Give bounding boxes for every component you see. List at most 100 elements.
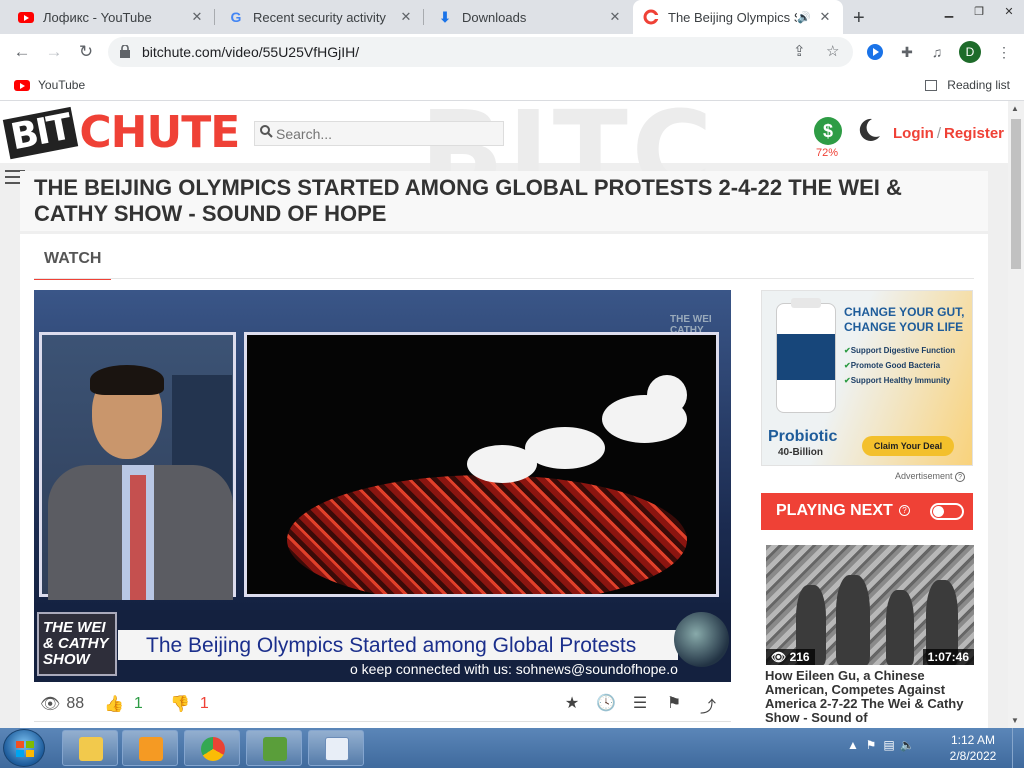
search-box (254, 121, 504, 146)
flag-icon[interactable]: ⚑ (657, 693, 691, 717)
stadium-frame (244, 332, 719, 597)
watch-later-clock-icon[interactable]: 🕓 (589, 693, 623, 717)
like-button[interactable]: 👍 1 (104, 694, 143, 714)
advertisement-banner[interactable]: CHANGE YOUR GUT, CHANGE YOUR LIFE Suppor… (761, 290, 973, 466)
next-video-views: 👁 216 (766, 649, 815, 665)
scroll-down-icon[interactable]: ▼ (1011, 716, 1019, 725)
dark-mode-moon-icon[interactable] (856, 117, 882, 143)
next-video-title[interactable]: How Eileen Gu, a Chinese American, Compe… (765, 669, 975, 725)
media-control-icon[interactable]: ♫ (926, 41, 948, 63)
video-action-bar: 👁 88 👍 1 👎 1 ★ 🕓 ☰ ⚑ ⤴ (34, 682, 731, 722)
ad-brand-name: Probiotic (768, 428, 838, 445)
browser-toolbar: ← → ↻ bitchute.com/video/55U25VfHGjIH/ ⇪… (0, 34, 1024, 70)
show-desktop-button[interactable] (1012, 728, 1024, 768)
favorite-star-icon[interactable]: ★ (555, 693, 589, 717)
bookmark-youtube[interactable]: YouTube (14, 78, 85, 92)
windows-logo-icon (16, 741, 34, 757)
profile-avatar[interactable]: D (959, 41, 981, 63)
download-icon: ⬇ (439, 8, 451, 25)
reading-list-icon (925, 79, 938, 91)
scroll-up-icon[interactable]: ▲ (1011, 104, 1019, 113)
tab-title: Лофикс - YouTube (43, 9, 152, 25)
address-bar[interactable]: bitchute.com/video/55U25VfHGjIH/ ⇪ ☆ (108, 37, 853, 67)
playlist-icon[interactable]: ☰ (623, 693, 657, 717)
close-tab-icon[interactable]: ✕ (398, 9, 414, 25)
system-clock[interactable]: 1:12 AM 2/8/2022 (940, 732, 1006, 764)
scrollbar-thumb[interactable] (1011, 119, 1021, 269)
anchor-frame (39, 332, 236, 600)
register-link[interactable]: Register (944, 125, 1004, 142)
taskbar-explorer[interactable] (62, 730, 118, 766)
tab-downloads[interactable]: ⬇ Downloads ✕ (427, 0, 633, 34)
auth-separator: / (936, 125, 941, 142)
dislike-button[interactable]: 👎 1 (170, 694, 209, 714)
eye-icon: 👁 (40, 696, 61, 713)
share-icon[interactable]: ⇪ (793, 42, 806, 60)
video-caption: The Beijing Olympics Started among Globa… (146, 634, 637, 657)
share-icon[interactable]: ⤴ (691, 693, 725, 717)
reading-list-button[interactable]: Reading list (925, 78, 1010, 92)
taskbar-chrome[interactable] (184, 730, 240, 766)
close-tab-icon[interactable]: ✕ (189, 9, 205, 25)
tab-bitchute-video[interactable]: The Beijing Olympics S 🔊 ✕ (633, 0, 843, 34)
playing-next-label: PLAYING NEXT (776, 502, 893, 519)
page-scrollbar[interactable]: ▲ ▼ (1008, 101, 1024, 728)
show-logo: THE WEI & CATHY SHOW (37, 612, 117, 676)
ad-brand: Probiotic 40-Billion (768, 429, 837, 461)
video-title: THE BEIJING OLYMPICS STARTED AMONG GLOBA… (34, 175, 902, 226)
next-video-thumbnail[interactable]: 👁 216 1:07:46 (766, 545, 974, 665)
clock-time: 1:12 AM (950, 733, 996, 747)
help-icon[interactable]: ? (899, 505, 910, 516)
login-link[interactable]: Login (893, 125, 934, 142)
new-tab-button[interactable]: + (853, 7, 865, 30)
ad-label-text: Advertisement (895, 471, 953, 481)
start-button[interactable] (3, 729, 45, 767)
more-menu-icon[interactable]: ⋮ (993, 41, 1015, 63)
ad-info-icon[interactable]: ? (955, 472, 966, 482)
tab-watch[interactable]: WATCH (34, 250, 112, 280)
view-count-value: 88 (66, 695, 85, 712)
tab-security[interactable]: G Recent security activity ✕ (218, 0, 424, 34)
tab-title: Recent security activity (253, 9, 386, 25)
claim-deal-button[interactable]: Claim Your Deal (862, 436, 954, 456)
playing-next-bar: PLAYING NEXT ? (761, 493, 973, 530)
extensions-puzzle-icon[interactable]: ✚ (896, 41, 918, 63)
chrome-icon (201, 737, 225, 761)
bitchute-icon (643, 9, 659, 25)
minimize-icon[interactable]: ▁ (934, 2, 964, 20)
ad-bullet: Promote Good Bacteria (844, 358, 955, 373)
reload-icon[interactable]: ↻ (74, 40, 98, 64)
donate-icon[interactable]: $ (814, 117, 842, 145)
back-icon[interactable]: ← (10, 40, 34, 64)
page-content: BITC BIT CHUTE $ 72% Login/Register THE … (0, 101, 1008, 728)
maximize-icon[interactable]: ❐ (964, 2, 994, 20)
close-window-icon[interactable]: ✕ (994, 2, 1024, 20)
video-player[interactable]: THE WEI CATHY SHOW THE WEI & CATHY SHOW … (34, 290, 731, 682)
volume-icon[interactable]: 🔈 (898, 738, 916, 752)
search-input[interactable] (276, 124, 496, 144)
autoplay-toggle[interactable] (930, 503, 964, 520)
extension-play-icon[interactable] (864, 41, 886, 63)
url-text: bitchute.com/video/55U25VfHGjIH/ (142, 44, 360, 60)
taskbar-spreadsheet[interactable] (246, 730, 302, 766)
spreadsheet-icon (263, 737, 287, 761)
speaker-icon[interactable]: 🔊 (797, 11, 811, 24)
search-icon[interactable] (260, 125, 273, 138)
close-tab-icon[interactable]: ✕ (817, 9, 833, 25)
bookmarks-bar: YouTube Reading list (0, 70, 1024, 101)
ad-label: Advertisement ? (895, 471, 966, 482)
action-center-flag-icon[interactable]: ⚑ (862, 738, 880, 752)
tab-youtube[interactable]: Лофикс - YouTube ✕ (8, 0, 215, 34)
taskbar-media-player[interactable] (122, 730, 178, 766)
tray-expand-icon[interactable]: ▲ (844, 738, 862, 752)
bitchute-logo[interactable]: BIT CHUTE (2, 106, 240, 159)
close-tab-icon[interactable]: ✕ (607, 9, 623, 25)
media-player-icon (139, 737, 163, 761)
bookmark-star-icon[interactable]: ☆ (826, 42, 839, 60)
taskbar-document[interactable] (308, 730, 364, 766)
eye-icon: 👁 (771, 650, 790, 664)
forward-icon[interactable]: → (42, 40, 66, 64)
thumbs-down-icon: 👎 (170, 696, 190, 713)
network-icon[interactable]: ▤ (880, 738, 898, 752)
dislike-count: 1 (199, 695, 209, 712)
